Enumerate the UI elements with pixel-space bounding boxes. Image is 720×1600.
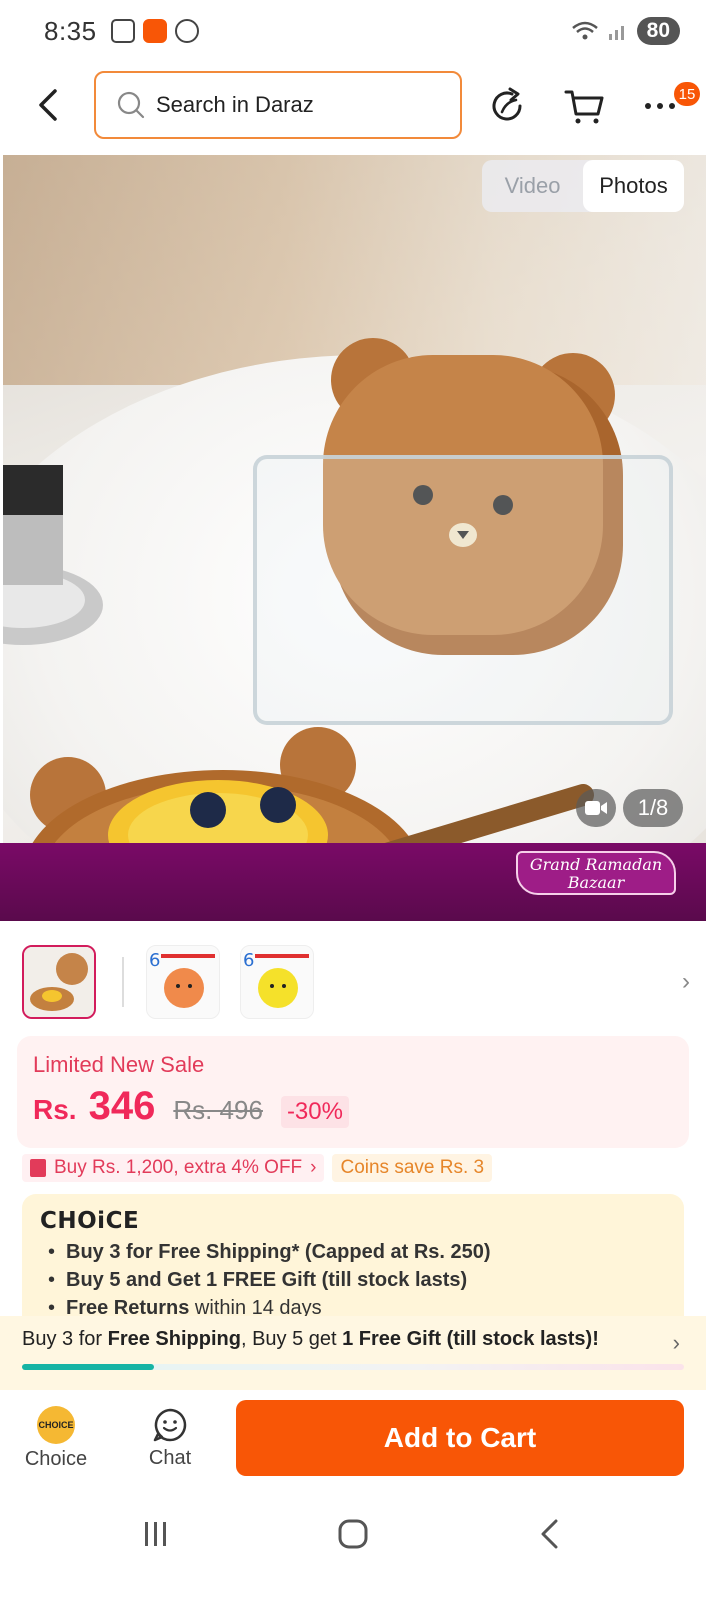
- benefit-text: Buy 5 and Get 1 FREE Gift (till stock la…: [66, 1269, 468, 1291]
- more-dots-icon: [645, 103, 675, 109]
- system-nav-bar: [0, 1486, 720, 1600]
- wifi-icon: [571, 20, 599, 42]
- thumbnail-2[interactable]: 6: [146, 945, 220, 1019]
- coins-text: Coins save Rs. 3: [340, 1157, 485, 1178]
- choice-label: Choice: [24, 1447, 88, 1470]
- sale-label: Limited New Sale: [33, 1052, 205, 1077]
- promo-banner[interactable]: Grand Ramadan Bazaar: [0, 843, 706, 921]
- home-button[interactable]: [323, 1512, 383, 1556]
- search-icon: [117, 91, 145, 119]
- media-toggle: Video Photos: [482, 160, 684, 212]
- recent-apps-icon: [145, 1522, 166, 1546]
- svg-text:6: 6: [149, 950, 160, 971]
- thumbnail-divider: [122, 957, 124, 1007]
- battery-level: 80: [646, 19, 670, 42]
- promo-line-1: Grand Ramadan: [529, 855, 663, 874]
- coins-chip[interactable]: Coins save Rs. 3: [332, 1154, 493, 1182]
- thumbnail-image: [24, 947, 94, 1017]
- product-image[interactable]: [3, 155, 706, 843]
- share-button[interactable]: [486, 84, 530, 128]
- shipping-bold-1: Free Shipping: [107, 1328, 241, 1350]
- back-arrow-icon: [541, 1519, 558, 1549]
- home-icon: [338, 1519, 368, 1549]
- chat-button[interactable]: Chat: [122, 1407, 218, 1470]
- shipping-progress-fill: [22, 1364, 155, 1370]
- cup-illustration: [3, 465, 103, 645]
- choice-logo: CHOiCE: [40, 1208, 140, 1234]
- discount-badge: -30%: [280, 1096, 349, 1128]
- benefit-item: Buy 3 for Free Shipping* (Capped at Rs. …: [40, 1238, 666, 1266]
- thumbnail-3[interactable]: 6: [240, 945, 314, 1019]
- original-price: Rs. 496: [173, 1095, 263, 1125]
- notification-icons: [110, 19, 199, 43]
- ramadan-bazaar-logo: Grand Ramadan Bazaar: [516, 851, 676, 895]
- chevron-right-icon: ›: [310, 1157, 317, 1178]
- video-button[interactable]: [576, 789, 616, 827]
- add-to-cart-button[interactable]: Add to Cart: [236, 1400, 684, 1476]
- thumbnail-strip: 6 6 ›: [22, 943, 702, 1021]
- shipping-text-1: Buy 3 for: [22, 1328, 108, 1350]
- video-tab[interactable]: Video: [482, 160, 583, 212]
- system-back-button[interactable]: [520, 1512, 580, 1556]
- cart-button[interactable]: [562, 84, 606, 128]
- bottom-action-bar: CHOICE Choice Chat Add to Cart: [0, 1390, 720, 1486]
- chat-label: Chat: [148, 1446, 192, 1469]
- benefit-item: Buy 5 and Get 1 FREE Gift (till stock la…: [40, 1266, 666, 1294]
- chevron-right-icon: ›: [672, 1330, 680, 1355]
- recent-apps-button[interactable]: [126, 1512, 186, 1556]
- shipping-message: Buy 3 for Free Shipping, Buy 5 get 1 Fre…: [22, 1328, 684, 1351]
- shipping-text-2: , Buy 5 get: [240, 1328, 343, 1350]
- choice-benefits-list: Buy 3 for Free Shipping* (Capped at Rs. …: [40, 1238, 666, 1322]
- price-row: Rs. 346 Rs. 496 -30%: [33, 1084, 673, 1129]
- back-button[interactable]: [18, 75, 78, 135]
- signal-icon: [607, 20, 629, 42]
- currency: Rs.: [33, 1094, 77, 1125]
- chevron-left-icon: [39, 89, 57, 121]
- screenshot-icon: [110, 19, 135, 43]
- voucher-text: Buy Rs. 1,200, extra 4% OFF: [54, 1157, 303, 1178]
- svg-text:6: 6: [243, 950, 254, 971]
- system-icons: 80: [571, 17, 680, 45]
- top-nav: [0, 70, 720, 140]
- fork-illustration: [384, 784, 594, 843]
- current-price: 346: [88, 1084, 156, 1128]
- voucher-icon: [30, 1159, 46, 1177]
- whatsapp-icon: [174, 19, 199, 43]
- battery-indicator: 80: [636, 17, 680, 45]
- acrylic-stand: [253, 455, 673, 725]
- price-card: Limited New Sale Rs. 346 Rs. 496 -30%: [17, 1036, 689, 1148]
- chat-icon: [153, 1408, 187, 1441]
- status-time: 8:35: [44, 15, 97, 46]
- choice-benefits-card[interactable]: CHOiCE Buy 3 for Free Shipping* (Capped …: [22, 1194, 684, 1324]
- search-box[interactable]: [94, 71, 462, 139]
- search-input[interactable]: [156, 92, 436, 118]
- thumbnail-image: 6: [147, 946, 219, 1018]
- photos-tab[interactable]: Photos: [583, 160, 684, 212]
- benefit-text: Buy 3 for Free Shipping* (Capped at Rs. …: [66, 1241, 491, 1263]
- notification-badge: 15: [674, 82, 700, 106]
- shipping-bold-2: 1 Free Gift (till stock lasts)!: [342, 1328, 599, 1350]
- share-icon: [492, 87, 522, 121]
- promo-line-2: Bazaar: [567, 873, 625, 892]
- choice-icon: CHOICE: [37, 1405, 75, 1444]
- choice-button[interactable]: CHOICE Choice: [8, 1405, 104, 1471]
- daraz-app-icon: [142, 19, 167, 43]
- chevron-right-icon[interactable]: ›: [682, 968, 690, 996]
- thumbnail-1[interactable]: [22, 945, 96, 1019]
- thumbnail-image: 6: [241, 946, 313, 1018]
- image-counter: 1/8: [623, 789, 683, 827]
- promo-chips: Buy Rs. 1,200, extra 4% OFF › Coins save…: [22, 1154, 493, 1182]
- cart-icon: [564, 90, 604, 124]
- video-camera-icon: [585, 801, 607, 815]
- free-shipping-bar[interactable]: Buy 3 for Free Shipping, Buy 5 get 1 Fre…: [0, 1316, 706, 1390]
- status-bar: 8:35 80: [0, 0, 720, 62]
- shipping-progress: [22, 1364, 684, 1370]
- voucher-chip[interactable]: Buy Rs. 1,200, extra 4% OFF ›: [22, 1154, 325, 1182]
